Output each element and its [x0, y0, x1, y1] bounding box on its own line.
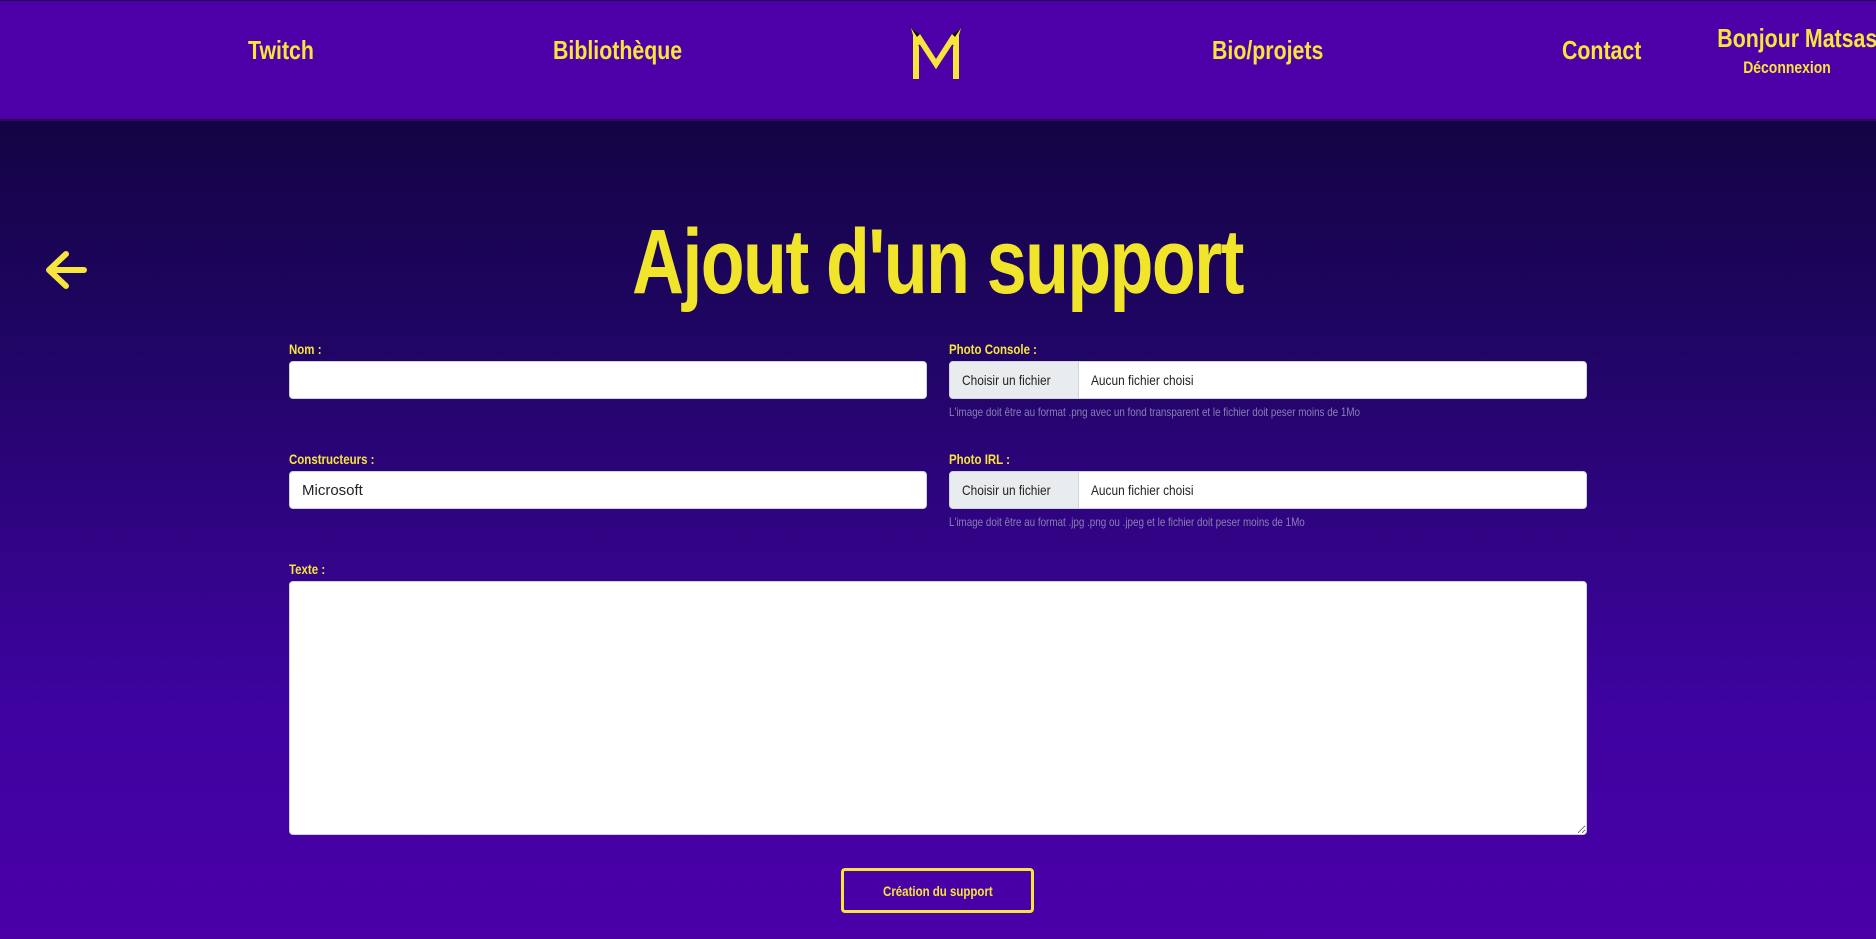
page-title: Ajout d'un support [632, 211, 1245, 313]
constructeurs-input[interactable] [289, 471, 927, 509]
user-greeting: Bonjour Matsashi Déconnexion [1702, 23, 1876, 78]
photo-console-file-input[interactable]: Choisir un fichier Aucun fichier choisi [949, 361, 1587, 399]
texte-label: Texte : [289, 561, 326, 577]
create-support-button[interactable]: Création du support [841, 868, 1034, 913]
photo-irl-hint: L'image doit être au format .jpg .png ou… [949, 515, 1305, 529]
photo-irl-file-name: Aucun fichier choisi [1091, 482, 1194, 498]
nav-link-twitch[interactable]: Twitch [248, 35, 314, 66]
nom-label: Nom : [289, 341, 322, 357]
m-logo-icon[interactable] [910, 25, 962, 81]
photo-console-file-name: Aucun fichier choisi [1091, 372, 1194, 388]
photo-irl-label: Photo IRL : [949, 451, 1011, 467]
constructeurs-label: Constructeurs : [289, 451, 375, 467]
texte-textarea[interactable] [289, 581, 1587, 835]
logout-link[interactable]: Déconnexion [1717, 58, 1856, 78]
photo-irl-choose-button[interactable]: Choisir un fichier [950, 472, 1080, 508]
top-navbar: Twitch Bibliothèque Bio/projets Contact … [0, 0, 1876, 121]
photo-console-label: Photo Console : [949, 341, 1038, 357]
photo-console-choose-button[interactable]: Choisir un fichier [950, 362, 1080, 398]
nom-input[interactable] [289, 361, 927, 399]
photo-irl-file-input[interactable]: Choisir un fichier Aucun fichier choisi [949, 471, 1587, 509]
photo-console-hint: L'image doit être au format .png avec un… [949, 405, 1361, 419]
greeting-text: Bonjour Matsashi [1717, 23, 1876, 53]
nav-link-contact[interactable]: Contact [1562, 35, 1641, 66]
nav-link-bio-projets[interactable]: Bio/projets [1212, 35, 1323, 66]
nav-link-bibliotheque[interactable]: Bibliothèque [553, 35, 682, 66]
